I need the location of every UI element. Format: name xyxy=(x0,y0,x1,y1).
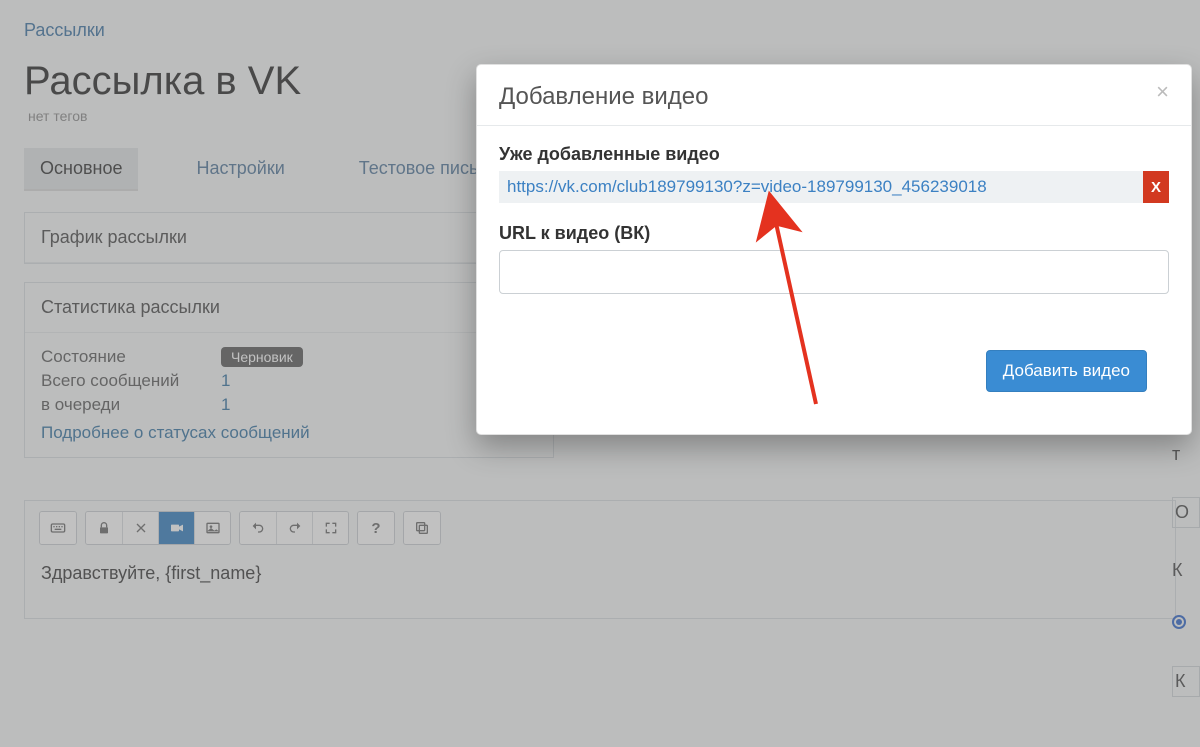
video-url-label: URL к видео (ВК) xyxy=(499,223,1169,244)
modal-title: Добавление видео xyxy=(499,83,709,111)
add-video-modal: Добавление видео × Уже добавленные видео… xyxy=(476,64,1192,435)
added-videos-label: Уже добавленные видео xyxy=(499,144,1169,165)
add-video-button[interactable]: Добавить видео xyxy=(986,350,1147,392)
added-video-url[interactable]: https://vk.com/club189799130?z=video-189… xyxy=(499,171,1143,203)
modal-header: Добавление видео × xyxy=(477,65,1191,126)
remove-video-button[interactable]: X xyxy=(1143,171,1169,203)
video-url-input[interactable] xyxy=(499,250,1169,294)
modal-close-icon[interactable]: × xyxy=(1156,83,1169,101)
added-video-row: https://vk.com/club189799130?z=video-189… xyxy=(499,171,1169,203)
